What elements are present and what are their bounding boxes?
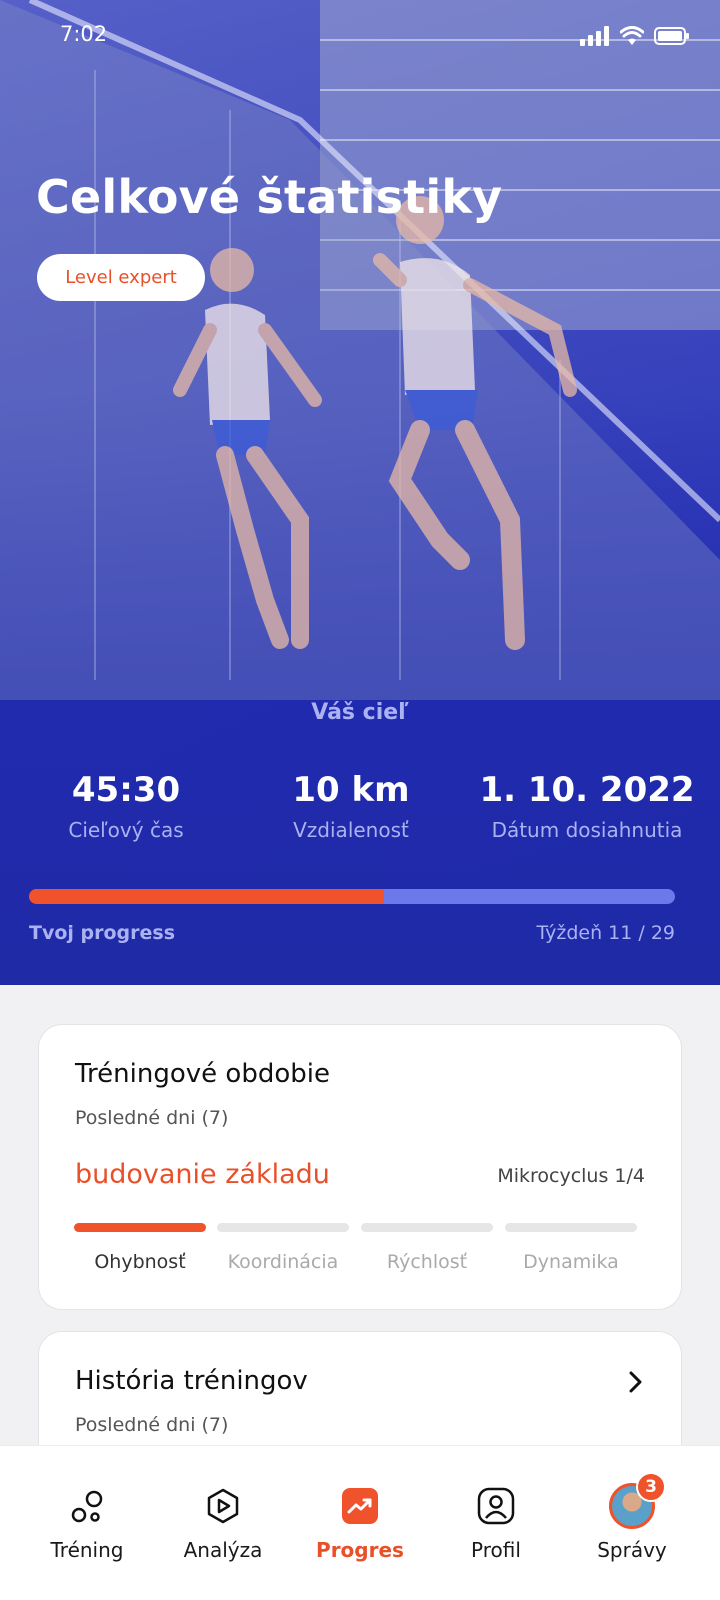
card-title: Tréningové obdobie [75, 1059, 330, 1089]
phase-segment-3 [361, 1223, 493, 1232]
phase-name: budovanie základu [75, 1159, 330, 1190]
microcycle-label: Mikrocyclus 1/4 [497, 1165, 645, 1187]
stat-label: Cieľový čas [68, 818, 184, 842]
page-title: Celkové štatistiky [36, 170, 503, 224]
segment-label: Ohybnosť [94, 1251, 186, 1273]
week-label: Týždeň 11 / 29 [536, 922, 675, 944]
card-subtitle: Posledné dni (7) [75, 1107, 229, 1129]
stat-value: 10 km [292, 770, 410, 810]
nav-item-training[interactable]: Tréning [15, 1486, 159, 1562]
battery-icon [654, 27, 689, 45]
messages-badge: 3 [636, 1472, 666, 1502]
hero-section: 7:02 Celkové štatistiky Level expert Váš… [0, 0, 720, 985]
avatar: 3 [609, 1472, 666, 1529]
progress-label: Tvoj progress [29, 922, 176, 944]
segment-label: Rýchlosť [386, 1251, 468, 1273]
stat-target-time: 45:30 Cieľový čas [16, 770, 236, 842]
status-icons [580, 26, 690, 46]
nav-item-profile[interactable]: Profil [424, 1486, 568, 1562]
profile-icon [476, 1486, 516, 1526]
status-time: 7:02 [60, 22, 108, 46]
wifi-icon [620, 26, 644, 45]
phase-segment-1 [74, 1223, 206, 1232]
segment-label: Koordinácia [227, 1251, 339, 1273]
training-period-card[interactable]: Tréningové obdobie Posledné dni (7) budo… [38, 1024, 682, 1310]
level-badge[interactable]: Level expert [37, 254, 205, 301]
card-subtitle: Posledné dni (7) [75, 1414, 229, 1436]
nav-label: Progres [316, 1538, 404, 1562]
stat-value: 45:30 [71, 770, 181, 810]
stat-distance: 10 km Vzdialenosť [241, 770, 461, 842]
trend-up-icon [340, 1486, 380, 1526]
goal-progress-bar [29, 889, 675, 904]
segment-label: Dynamika [523, 1251, 619, 1273]
goal-progress-fill [29, 889, 385, 904]
nav-label: Tréning [50, 1538, 124, 1562]
nav-label: Analýza [183, 1538, 263, 1562]
bottom-nav: Tréning Analýza Progres Profil 3 Správy [0, 1445, 720, 1600]
stat-target-date: 1. 10. 2022 Dátum dosiahnutia [467, 770, 707, 842]
nav-label: Profil [471, 1538, 521, 1562]
phase-segment-2 [217, 1223, 349, 1232]
signal-icon [580, 26, 609, 46]
chevron-right-icon[interactable] [623, 1370, 647, 1394]
nav-label: Správy [597, 1538, 667, 1562]
stat-label: Vzdialenosť [293, 818, 409, 842]
nav-item-analysis[interactable]: Analýza [151, 1486, 295, 1562]
phase-segment-4 [505, 1223, 637, 1232]
training-icon [67, 1486, 107, 1526]
hero-photo [0, 0, 720, 700]
nav-item-messages[interactable]: 3 Správy [560, 1472, 704, 1562]
stat-value: 1. 10. 2022 [479, 770, 695, 810]
card-title: História tréningov [75, 1366, 308, 1396]
nav-item-progress[interactable]: Progres [288, 1486, 432, 1562]
play-hexagon-icon [203, 1486, 243, 1526]
goal-title: Váš cieľ [311, 700, 409, 725]
stat-label: Dátum dosiahnutia [491, 818, 683, 842]
